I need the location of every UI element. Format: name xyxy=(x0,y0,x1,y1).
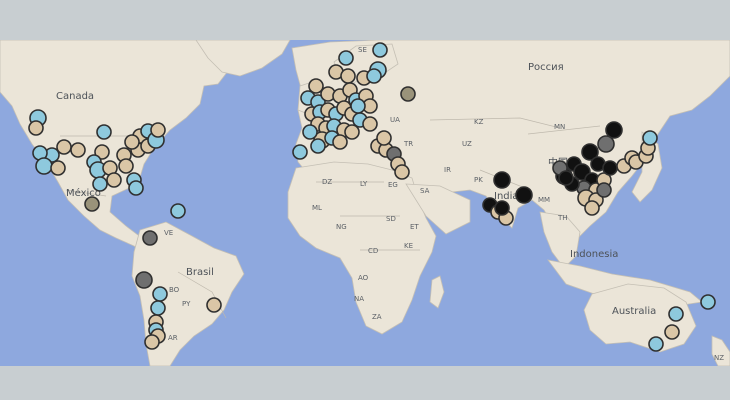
label-ml: ML xyxy=(312,204,322,212)
label-se: SE xyxy=(358,46,367,54)
map-marker[interactable] xyxy=(302,124,318,140)
map-marker[interactable] xyxy=(664,324,680,340)
label-th: TH xyxy=(557,214,568,222)
label-brasil: Brasil xyxy=(186,267,214,278)
label-pk: PK xyxy=(474,176,483,184)
map-marker[interactable] xyxy=(668,306,684,322)
label-sd: SD xyxy=(386,215,396,223)
label-nz: NZ xyxy=(714,354,724,362)
label-kz: KZ xyxy=(474,118,484,126)
map-marker[interactable] xyxy=(493,171,511,189)
map-marker[interactable] xyxy=(128,180,144,196)
map-marker[interactable] xyxy=(602,160,618,176)
map-marker[interactable] xyxy=(144,334,160,350)
map-marker[interactable] xyxy=(206,297,222,313)
map-marker[interactable] xyxy=(400,86,416,102)
map-screenshot: Canada México Brasil Россия India 中国 Ind… xyxy=(0,0,730,400)
label-py: PY xyxy=(182,300,191,308)
map-marker[interactable] xyxy=(84,196,100,212)
label-india: India xyxy=(494,191,519,202)
map-marker[interactable] xyxy=(332,134,348,150)
map-marker[interactable] xyxy=(96,124,112,140)
map-marker[interactable] xyxy=(494,200,510,216)
map-marker[interactable] xyxy=(340,68,356,84)
map-marker[interactable] xyxy=(152,286,168,302)
map-marker[interactable] xyxy=(372,42,388,58)
map-marker[interactable] xyxy=(558,170,574,186)
map-marker[interactable] xyxy=(150,300,166,316)
label-za: ZA xyxy=(372,313,382,321)
map-marker[interactable] xyxy=(118,158,134,174)
top-band xyxy=(0,0,730,40)
label-ke: KE xyxy=(404,242,413,250)
map-marker[interactable] xyxy=(310,138,326,154)
map-marker[interactable] xyxy=(150,122,166,138)
label-tr: TR xyxy=(403,140,413,148)
label-eg: EG xyxy=(388,181,398,189)
map-marker[interactable] xyxy=(515,186,533,204)
label-ua: UA xyxy=(390,116,400,124)
label-ly: LY xyxy=(360,180,368,188)
map-marker[interactable] xyxy=(394,164,410,180)
map-marker[interactable] xyxy=(344,124,360,140)
label-ve: VE xyxy=(164,229,173,237)
map-canvas[interactable]: Canada México Brasil Россия India 中国 Ind… xyxy=(0,40,730,366)
map-marker[interactable] xyxy=(292,144,308,160)
map-marker[interactable] xyxy=(35,157,53,175)
map-marker[interactable] xyxy=(170,203,186,219)
label-uz: UZ xyxy=(462,140,472,148)
map-marker[interactable] xyxy=(124,134,140,150)
map-marker[interactable] xyxy=(135,271,153,289)
map-marker[interactable] xyxy=(700,294,716,310)
label-dz: DZ xyxy=(322,178,332,186)
label-australia: Australia xyxy=(612,306,656,317)
label-et: ET xyxy=(410,223,419,231)
map-marker[interactable] xyxy=(596,182,612,198)
label-ar: AR xyxy=(168,334,178,342)
map-marker[interactable] xyxy=(648,336,664,352)
map-marker[interactable] xyxy=(50,160,66,176)
label-mm: MM xyxy=(538,196,550,204)
map-marker[interactable] xyxy=(584,200,600,216)
bottom-band xyxy=(0,366,730,400)
map-marker[interactable] xyxy=(56,139,72,155)
label-ng: NG xyxy=(336,223,347,231)
map-marker[interactable] xyxy=(642,130,658,146)
map-marker[interactable] xyxy=(106,172,122,188)
map-marker[interactable] xyxy=(28,120,44,136)
label-bo: BO xyxy=(169,286,180,294)
label-cd: CD xyxy=(368,247,378,255)
map-marker[interactable] xyxy=(70,142,86,158)
label-indonesia: Indonesia xyxy=(570,249,618,260)
label-ir: IR xyxy=(444,166,451,174)
label-na: NA xyxy=(354,295,364,303)
label-canada: Canada xyxy=(56,91,94,102)
map-marker[interactable] xyxy=(350,98,366,114)
map-marker[interactable] xyxy=(605,121,623,139)
map-marker[interactable] xyxy=(338,50,354,66)
map-marker[interactable] xyxy=(362,116,378,132)
map-marker[interactable] xyxy=(142,230,158,246)
map-marker[interactable] xyxy=(366,68,382,84)
map-marker[interactable] xyxy=(92,176,108,192)
label-sa: SA xyxy=(420,187,430,195)
map-marker[interactable] xyxy=(376,130,392,146)
label-ao: AO xyxy=(358,274,369,282)
world-map[interactable]: Canada México Brasil Россия India 中国 Ind… xyxy=(0,40,730,366)
label-mn: MN xyxy=(554,123,565,131)
label-russia: Россия xyxy=(528,62,564,73)
